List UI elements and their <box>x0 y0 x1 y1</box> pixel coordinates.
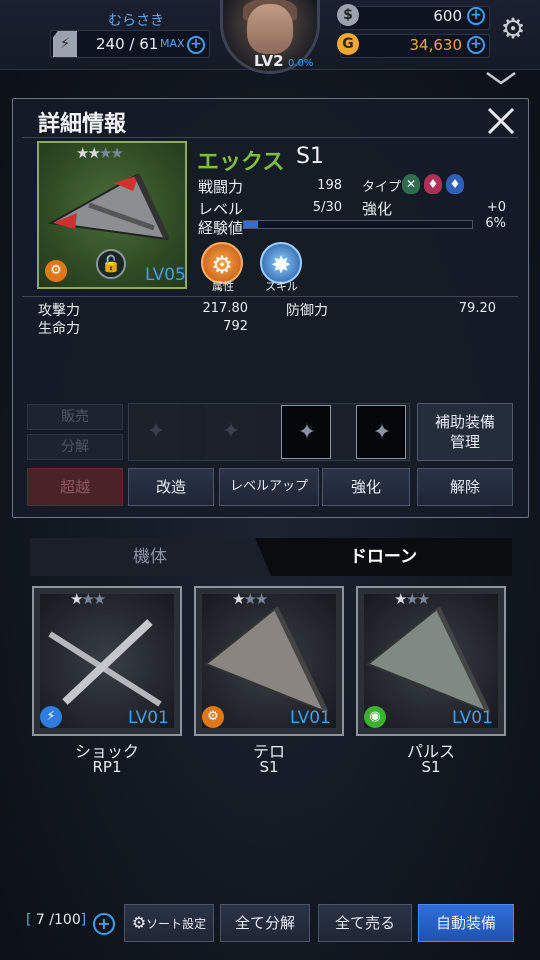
drone-level: LV01 <box>128 708 169 728</box>
collapse-chevron-icon[interactable] <box>484 70 518 86</box>
type-speed-icon: ♦ <box>446 174 464 194</box>
level-up-button[interactable]: レベルアップ <box>219 468 319 506</box>
transcend-button[interactable]: 超越 <box>27 468 123 506</box>
enhance-label: 強化 <box>362 200 393 218</box>
detail-title: 詳細情報 <box>38 112 127 137</box>
drone-level: LV01 <box>452 708 493 728</box>
hp-value: 792 <box>223 319 248 334</box>
stamina-max-label: MAX <box>160 37 185 50</box>
disassemble-button[interactable]: 分解 <box>27 434 123 460</box>
slot-drone-icon: ✦ <box>372 420 392 445</box>
unit-grade: S1 <box>296 144 324 169</box>
gear-attribute-icon: ⚙ <box>202 706 224 728</box>
drone-grade: S1 <box>421 758 441 776</box>
slot-drone-icon: ✦ <box>221 419 241 444</box>
slot-drone-icon: ✦ <box>146 419 166 444</box>
type-attack-icon: ♦ <box>424 174 442 194</box>
level-value: 5/30 <box>312 200 342 215</box>
drone-level: LV01 <box>290 708 331 728</box>
close-icon[interactable] <box>484 104 518 138</box>
drone-grade: S1 <box>259 758 279 776</box>
stats-divider <box>22 296 518 297</box>
inventory-count: [ 7 /100] <box>26 912 86 928</box>
player-name: むらさき <box>108 13 164 29</box>
avatar-face <box>247 4 293 54</box>
lightning-icon: ⚡ <box>40 706 62 728</box>
manage-label: 管理 <box>449 433 480 451</box>
drone-stars: ★★★ <box>394 590 430 608</box>
type-x-icon: ✕ <box>402 174 420 194</box>
stamina-add-button[interactable]: + <box>187 36 205 54</box>
exp-label: 経験値 <box>198 219 244 237</box>
tab-airframe[interactable]: 機体 <box>30 538 270 576</box>
attribute-label: 属性 <box>212 280 234 293</box>
silver-add-button[interactable]: + <box>467 7 485 25</box>
inventory-max: 100 <box>54 912 81 928</box>
support-slot-4[interactable]: ✦ <box>356 405 406 459</box>
drone-stars: ★★★ <box>70 590 106 608</box>
support-slot-1[interactable]: ✦ <box>131 405 181 459</box>
exp-bar-fill <box>244 221 258 228</box>
skill-label: スキル <box>265 280 298 293</box>
support-equip-label: 補助装備 <box>434 413 495 431</box>
exp-percent: 6% <box>485 216 506 231</box>
lock-icon[interactable]: 🔓 <box>96 249 126 279</box>
unit-level-badge: LV05 <box>145 265 186 285</box>
sort-settings-button[interactable]: ⚙ソート設定 <box>124 904 214 942</box>
attack-value: 217.80 <box>202 301 249 316</box>
drone-stars: ★★★ <box>232 590 268 608</box>
disassemble-all-button[interactable]: 全て分解 <box>220 904 310 942</box>
gear-attribute-icon: ⚙ <box>45 260 67 282</box>
sort-label: ソート設定 <box>146 917 207 931</box>
player-level: LV2 <box>254 52 284 70</box>
unit-stars: ★★★★ <box>76 144 124 162</box>
support-slot-3[interactable]: ✦ <box>281 405 331 459</box>
combat-power-label: 戦闘力 <box>198 178 244 196</box>
gold-add-button[interactable]: + <box>467 36 485 54</box>
silver-value: 600 <box>433 7 462 25</box>
bracket-close: ] <box>80 912 87 928</box>
gear-icon: ⚙ <box>131 913 147 932</box>
bracket-open: [ <box>26 912 36 928</box>
silver-coin-icon: $ <box>337 4 359 26</box>
enhance-value: +0 <box>486 200 506 215</box>
level-label: レベル <box>198 200 244 218</box>
player-exp-pct: 0.0% <box>288 58 314 69</box>
slot-drone-icon: ✦ <box>297 420 317 445</box>
sell-all-button[interactable]: 全て売る <box>318 904 412 942</box>
type-label: タイプ <box>362 180 402 195</box>
stamina-value: 240 / 61 <box>96 35 159 53</box>
pulse-icon: ◉ <box>364 706 386 728</box>
title-divider <box>22 137 518 138</box>
combat-power-value: 198 <box>317 178 342 193</box>
support-equip-manage-button[interactable]: 補助装備 管理 <box>417 403 513 461</box>
hp-label: 生命力 <box>38 321 80 337</box>
gold-coin-icon: G <box>337 33 359 55</box>
support-slot-2[interactable]: ✦ <box>206 405 256 459</box>
inventory-add-button[interactable]: + <box>93 913 115 935</box>
inventory-separator: / <box>44 912 55 928</box>
exp-bar <box>243 220 473 229</box>
stamina-icon: ⚡ <box>53 31 77 57</box>
attack-label: 攻撃力 <box>38 303 80 319</box>
inventory-current: 7 <box>35 912 45 928</box>
modify-button[interactable]: 改造 <box>128 468 214 506</box>
sell-button[interactable]: 販売 <box>27 404 123 430</box>
unit-name: エックス <box>197 150 285 175</box>
settings-gear-icon[interactable]: ⚙ <box>498 14 528 44</box>
tab-drone[interactable]: ドローン <box>255 538 512 576</box>
defense-label: 防御力 <box>286 303 328 319</box>
release-button[interactable]: 解除 <box>417 468 513 506</box>
gold-value: 34,630 <box>409 36 463 54</box>
defense-value: 79.20 <box>458 301 496 316</box>
auto-equip-button[interactable]: 自動装備 <box>418 904 514 942</box>
enhance-button[interactable]: 強化 <box>322 468 410 506</box>
drone-grade: RP1 <box>92 758 122 776</box>
